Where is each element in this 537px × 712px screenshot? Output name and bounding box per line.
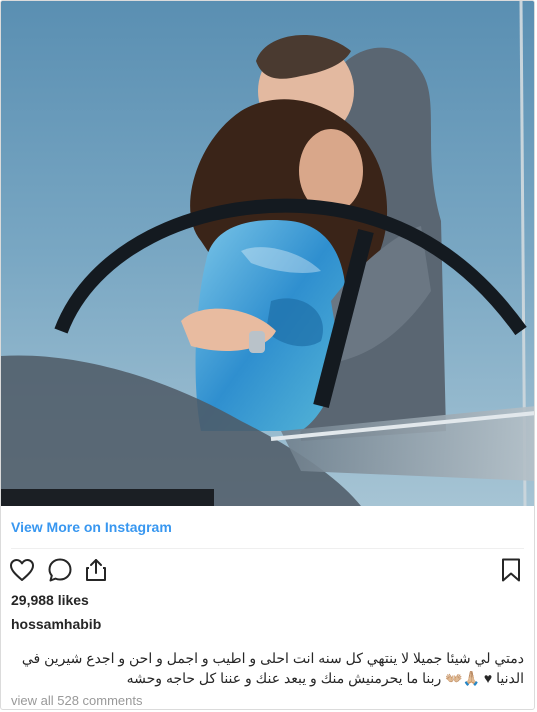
- like-count: 29,988 likes: [11, 592, 89, 608]
- post-caption: دمتي لي شيئا جميلا لا ينتهي كل سنه انت ا…: [11, 648, 524, 688]
- view-all-comments-link[interactable]: view all 528 comments: [11, 693, 143, 708]
- post-photo[interactable]: [1, 1, 534, 506]
- instagram-embed-card: View More on Instagram 29,988 likes hoss…: [0, 0, 535, 710]
- bookmark-icon: [502, 558, 520, 582]
- divider: [11, 548, 524, 549]
- share-button[interactable]: [81, 554, 111, 586]
- view-more-on-instagram-link[interactable]: View More on Instagram: [11, 519, 172, 535]
- caption-line: دمتي لي شيئا جميلا لا ينتهي كل سنه انت ا…: [21, 650, 524, 666]
- comment-bubble-icon: [48, 558, 72, 582]
- post-username[interactable]: hossamhabib: [11, 616, 101, 632]
- action-bar: [7, 554, 526, 588]
- post-photo-illustration: [1, 1, 534, 506]
- comment-button[interactable]: [45, 554, 75, 586]
- share-icon: [86, 559, 106, 581]
- heart-icon: [10, 559, 34, 581]
- caption-line: الدنيا ♥ 🙏🏼👐🏼 ربنا ما يحرمنيش منك و يبعد…: [126, 670, 524, 686]
- save-button[interactable]: [496, 554, 526, 586]
- like-button[interactable]: [7, 554, 37, 586]
